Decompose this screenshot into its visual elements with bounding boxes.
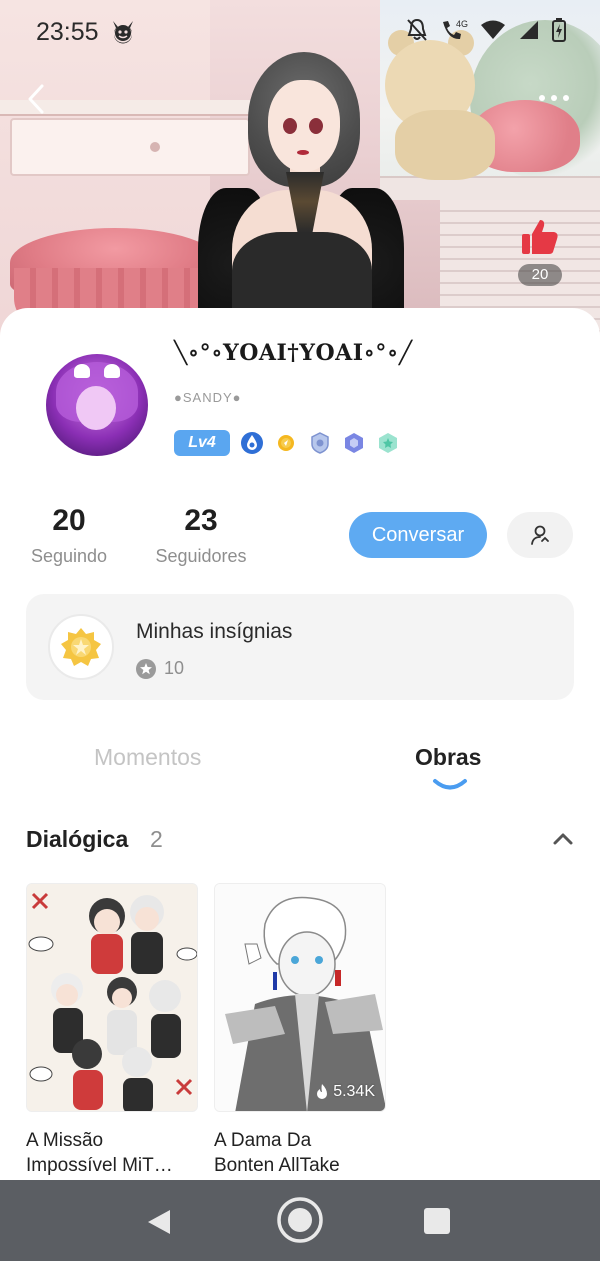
- insignias-card[interactable]: Minhas insígnias 10: [26, 594, 574, 700]
- system-nav-bar: [0, 1180, 600, 1261]
- profile-card: ╲∘°∘YOAI†YOAI∘°∘╱ ●SANDY● Lv4 20 Seguind…: [0, 308, 600, 1180]
- work-title[interactable]: A Dama Da Bonten AllTake: [214, 1128, 386, 1178]
- views-counter: 5.34K: [315, 1083, 375, 1101]
- comic-cover-art: [215, 884, 385, 1111]
- thumbs-up-icon[interactable]: [518, 216, 562, 260]
- level-badge[interactable]: Lv4: [174, 430, 230, 456]
- following-stat[interactable]: 20 Seguindo: [26, 504, 112, 567]
- insignias-count: 10: [164, 658, 185, 678]
- shield-badge-icon[interactable]: [308, 431, 332, 455]
- back-arrow-icon[interactable]: [22, 82, 52, 116]
- medal-frame: [48, 614, 114, 680]
- coin-badge-icon[interactable]: [274, 431, 298, 455]
- avatar-character-lips: [297, 150, 309, 155]
- work-title-line: Impossível MiT…: [26, 1155, 173, 1176]
- views-count: 5.34K: [333, 1083, 375, 1100]
- banner-drawer: [10, 118, 250, 176]
- work-title-line: A Missão: [26, 1130, 104, 1151]
- avatar-character-eye: [309, 118, 323, 134]
- nav-back-icon[interactable]: [146, 1208, 174, 1236]
- fire-icon: [317, 1084, 328, 1099]
- followers-count: 23: [184, 504, 218, 537]
- avatar-character-eye: [283, 118, 297, 134]
- work-cover[interactable]: [26, 883, 198, 1112]
- chevron-up-icon[interactable]: [552, 830, 574, 846]
- medal-icon: [61, 628, 101, 666]
- work-cover[interactable]: 5.34K: [214, 883, 386, 1112]
- avatar-character-face: [268, 80, 340, 172]
- comic-cover-art: [27, 884, 197, 1111]
- star-circle-icon: [136, 658, 156, 679]
- username: ╲∘°∘YOAI†YOAI∘°∘╱: [174, 340, 413, 366]
- followers-label: Seguidores: [155, 546, 247, 566]
- profile-banner: 23:55 4G 20: [0, 0, 600, 340]
- work-title-line: Bonten AllTake: [214, 1155, 340, 1176]
- work-title[interactable]: A Missão Impossível MiT…: [26, 1128, 198, 1178]
- banner-teddy-body: [395, 110, 495, 180]
- wifi-icon: [481, 20, 505, 39]
- chat-button[interactable]: Conversar: [349, 512, 487, 558]
- network-type: 4G: [456, 19, 468, 29]
- devil-notification-icon: [113, 21, 133, 44]
- insignias-count-row: 10: [136, 658, 184, 679]
- drop-badge-icon[interactable]: [240, 431, 264, 455]
- like-count: 20: [518, 264, 562, 286]
- user-icon: [531, 525, 549, 545]
- section-title: Dialógica: [26, 826, 129, 852]
- tab-moments[interactable]: Momentos: [94, 744, 201, 771]
- followers-stat[interactable]: 23 Seguidores: [150, 504, 252, 567]
- following-label: Seguindo: [30, 546, 108, 566]
- hex-badge-icon[interactable]: [342, 431, 366, 455]
- banner-windowsill: [380, 176, 600, 200]
- following-count: 20: [52, 504, 86, 537]
- avatar[interactable]: [46, 354, 148, 456]
- badge-row: Lv4: [174, 430, 400, 456]
- banner-drawer-knob: [150, 142, 160, 152]
- work-card[interactable]: A Missão Impossível MiT…: [26, 883, 198, 1178]
- nav-home-icon[interactable]: [276, 1196, 324, 1244]
- more-options-icon[interactable]: [534, 88, 574, 108]
- like-button[interactable]: 20: [514, 216, 566, 288]
- section-count: 2: [150, 826, 163, 852]
- star-badge-icon[interactable]: [376, 431, 400, 455]
- follow-button[interactable]: [507, 512, 573, 558]
- tab-active-indicator: [433, 779, 467, 790]
- status-time: 23:55: [36, 18, 99, 46]
- work-title-line: A Dama Da: [214, 1130, 312, 1151]
- user-handle: ●SANDY●: [174, 390, 242, 405]
- status-bar: 23:55 4G: [0, 0, 600, 62]
- work-card[interactable]: 5.34K A Dama Da Bonten AllTake: [214, 883, 386, 1178]
- nav-recents-icon[interactable]: [424, 1208, 450, 1234]
- insignias-title: Minhas insígnias: [136, 620, 293, 643]
- bell-muted-icon: [407, 18, 427, 41]
- phone-4g-icon: 4G: [443, 19, 468, 40]
- cell-signal-icon: [520, 21, 538, 39]
- battery-charging-icon: [552, 18, 566, 42]
- tab-works[interactable]: Obras: [415, 744, 481, 771]
